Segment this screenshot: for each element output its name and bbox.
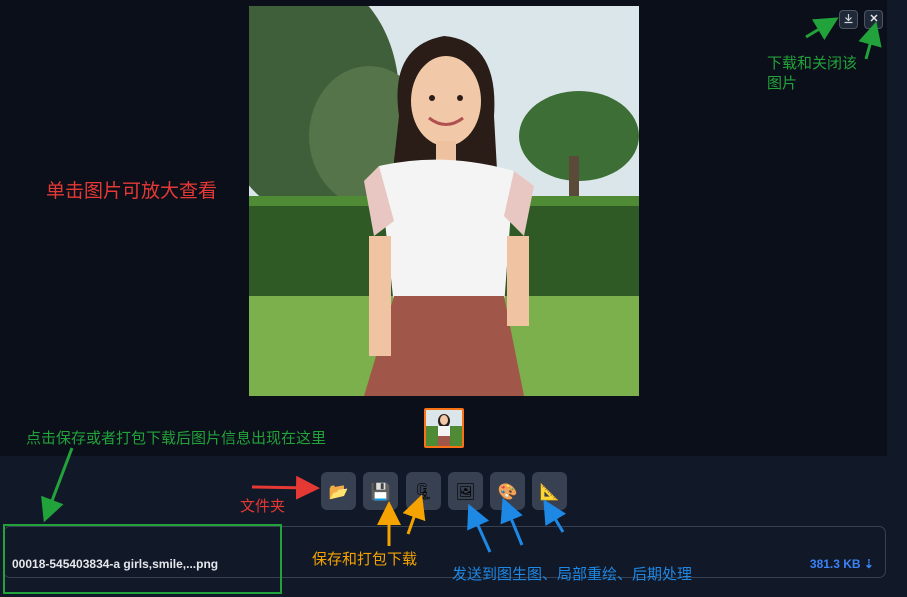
arrow-to-folder: [251, 475, 320, 500]
arrow-to-info: [41, 447, 74, 523]
arrow-to-zip: [402, 494, 426, 535]
arrow-to-close: [858, 21, 882, 60]
annotation-arrows: [41, 17, 882, 553]
arrow-to-inpaint: [500, 497, 524, 546]
arrow-to-download: [805, 17, 839, 41]
arrow-to-extras: [543, 499, 567, 533]
arrow-to-img2img: [467, 503, 492, 553]
